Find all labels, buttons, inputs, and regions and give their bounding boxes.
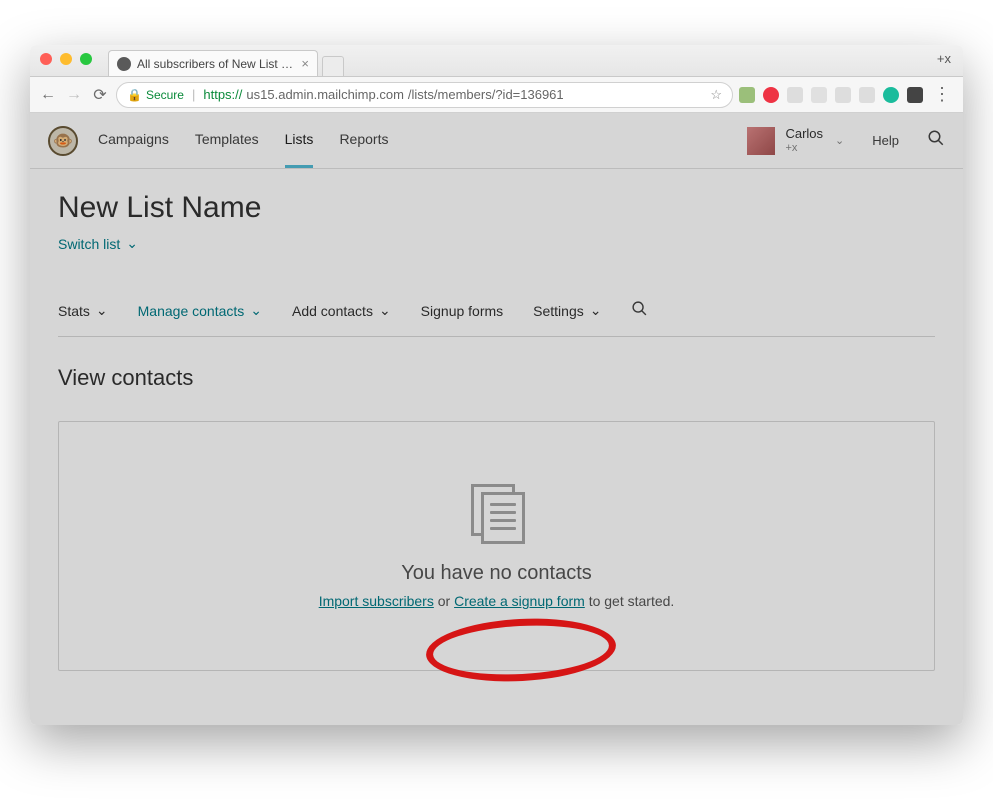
user-name: Carlos <box>785 127 823 141</box>
url-path: /lists/members/?id=136961 <box>408 87 564 102</box>
section-title: View contacts <box>58 365 935 391</box>
subnav-search-icon[interactable] <box>631 300 648 322</box>
browser-tab[interactable]: All subscribers of New List Na × <box>108 50 318 76</box>
forward-button[interactable]: → <box>64 86 84 104</box>
user-menu[interactable]: Carlos +x ⌄ Help <box>747 127 945 155</box>
search-icon[interactable] <box>927 129 945 152</box>
maximize-window-button[interactable] <box>80 53 92 65</box>
chevron-down-icon: ⌄ <box>590 302 602 319</box>
avatar <box>747 127 775 155</box>
subnav-signup-forms[interactable]: Signup forms <box>421 303 503 319</box>
extension-icon[interactable] <box>787 87 803 103</box>
chevron-down-icon: ⌄ <box>250 302 262 319</box>
address-bar: ← → ⟳ 🔒 Secure | https://us15.admin.mail… <box>30 77 963 113</box>
import-subscribers-link[interactable]: Import subscribers <box>319 593 434 609</box>
tab-title: All subscribers of New List Na <box>137 57 295 71</box>
extension-icon[interactable] <box>811 87 827 103</box>
url-field[interactable]: 🔒 Secure | https://us15.admin.mailchimp.… <box>116 82 733 108</box>
nav-links: Campaigns Templates Lists Reports <box>98 113 388 168</box>
content: New List Name Switch list ⌄ Stats ⌄ Mana… <box>30 169 963 689</box>
empty-state: You have no contacts Import subscribers … <box>58 421 935 671</box>
top-nav: 🐵 Campaigns Templates Lists Reports Carl… <box>30 113 963 169</box>
extension-icon[interactable] <box>739 87 755 103</box>
lock-icon: 🔒 <box>127 88 142 102</box>
url-protocol: https:// <box>203 87 242 102</box>
extension-icon[interactable] <box>883 87 899 103</box>
subnav-manage-contacts[interactable]: Manage contacts ⌄ <box>138 302 262 319</box>
nav-lists[interactable]: Lists <box>285 113 314 168</box>
url-host: us15.admin.mailchimp.com <box>246 87 404 102</box>
document-stack-icon <box>465 482 529 546</box>
secure-label: Secure <box>146 88 184 102</box>
subnav-settings[interactable]: Settings ⌄ <box>533 302 601 319</box>
page-title: New List Name <box>58 191 935 225</box>
nav-campaigns[interactable]: Campaigns <box>98 113 169 168</box>
back-button[interactable]: ← <box>38 86 58 104</box>
page: 🐵 Campaigns Templates Lists Reports Carl… <box>30 113 963 725</box>
close-window-button[interactable] <box>40 53 52 65</box>
subnav-add-contacts[interactable]: Add contacts ⌄ <box>292 302 391 319</box>
window-controls <box>40 53 92 65</box>
chevron-down-icon: ⌄ <box>379 302 391 319</box>
mailchimp-logo-icon[interactable]: 🐵 <box>48 126 78 156</box>
empty-subline: Import subscribers or Create a signup fo… <box>319 593 675 609</box>
subnav-stats[interactable]: Stats ⌄ <box>58 302 108 319</box>
extension-icon[interactable] <box>859 87 875 103</box>
reload-button[interactable]: ⟳ <box>90 85 110 105</box>
chevron-down-icon: ⌄ <box>96 302 108 319</box>
bookmark-star-icon[interactable]: ☆ <box>710 87 722 103</box>
browser-menu-icon[interactable]: ⋮ <box>929 84 955 105</box>
nav-reports[interactable]: Reports <box>339 113 388 168</box>
user-sub: +x <box>785 142 823 154</box>
titlebar: All subscribers of New List Na × +x <box>30 45 963 77</box>
list-subnav: Stats ⌄ Manage contacts ⌄ Add contacts ⌄… <box>58 300 935 337</box>
switch-list-link[interactable]: Switch list ⌄ <box>58 235 138 252</box>
create-signup-form-link[interactable]: Create a signup form <box>454 593 585 609</box>
titlebar-plusx: +x <box>937 51 951 66</box>
empty-heading: You have no contacts <box>401 562 592 585</box>
new-tab-button[interactable] <box>322 56 344 76</box>
apps-grid-icon[interactable] <box>907 87 923 103</box>
tab-close-icon[interactable]: × <box>301 56 309 71</box>
chevron-down-icon: ⌄ <box>835 134 844 147</box>
extension-icons <box>739 87 923 103</box>
nav-templates[interactable]: Templates <box>195 113 259 168</box>
tab-favicon-icon <box>117 57 131 71</box>
chevron-down-icon: ⌄ <box>126 235 138 252</box>
help-link[interactable]: Help <box>872 133 899 148</box>
extension-icon[interactable] <box>763 87 779 103</box>
extension-icon[interactable] <box>835 87 851 103</box>
minimize-window-button[interactable] <box>60 53 72 65</box>
browser-window: All subscribers of New List Na × +x ← → … <box>30 45 963 725</box>
